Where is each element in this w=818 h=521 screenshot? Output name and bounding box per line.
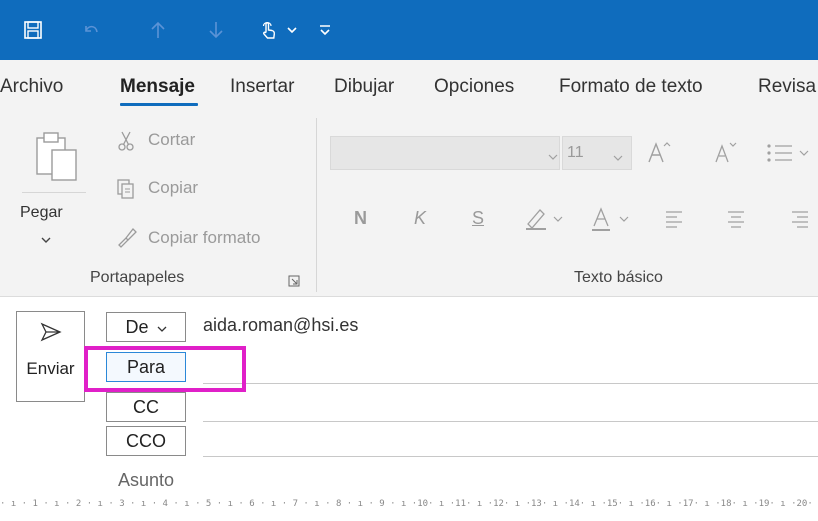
paste-split-divider bbox=[22, 192, 86, 193]
scissors-icon bbox=[116, 130, 136, 157]
highlight-annotation bbox=[84, 346, 246, 392]
to-field-underline bbox=[203, 383, 818, 384]
paste-button[interactable]: Pegar bbox=[18, 124, 94, 262]
chevron-down-icon[interactable] bbox=[284, 16, 300, 44]
tab-insertar[interactable]: Insertar bbox=[230, 76, 294, 98]
from-label: De bbox=[125, 316, 149, 337]
touch-mode-icon[interactable] bbox=[254, 16, 284, 44]
ribbon: Pegar Cortar Copiar Copiar formato Porta… bbox=[0, 112, 818, 297]
shrink-font-icon[interactable] bbox=[712, 140, 738, 169]
ribbon-tabs: Archivo Mensaje Insertar Dibujar Opcione… bbox=[0, 60, 818, 112]
grow-font-icon[interactable] bbox=[646, 140, 672, 169]
chevron-down-icon bbox=[157, 317, 167, 338]
save-icon[interactable] bbox=[18, 16, 48, 44]
format-painter-button[interactable]: Copiar formato bbox=[116, 224, 296, 250]
bcc-label: CCO bbox=[126, 430, 166, 451]
highlight-icon[interactable] bbox=[524, 206, 568, 237]
font-size-dropdown[interactable]: 11 bbox=[562, 136, 632, 170]
bullet-list-icon[interactable] bbox=[766, 142, 818, 169]
clipboard-group-label: Portapapeles bbox=[90, 269, 185, 286]
bold-button[interactable]: N bbox=[354, 208, 367, 229]
align-right-icon[interactable] bbox=[790, 210, 810, 233]
tab-archivo[interactable]: Archivo bbox=[0, 76, 63, 98]
chevron-down-icon bbox=[40, 231, 52, 249]
up-arrow-icon[interactable] bbox=[144, 16, 172, 44]
group-divider bbox=[316, 118, 317, 292]
tab-opciones[interactable]: Opciones bbox=[434, 76, 514, 98]
chevron-down-icon bbox=[548, 148, 558, 166]
font-size-value: 11 bbox=[567, 144, 584, 161]
font-color-icon[interactable] bbox=[590, 206, 634, 237]
basic-text-group-label: Texto básico bbox=[574, 269, 663, 286]
customize-toolbar-icon[interactable] bbox=[314, 16, 336, 44]
italic-button[interactable]: K bbox=[414, 208, 426, 229]
cc-label: CC bbox=[133, 396, 159, 417]
from-address: aida.roman@hsi.es bbox=[203, 315, 359, 335]
copy-label: Copiar bbox=[148, 178, 199, 197]
active-tab-indicator bbox=[120, 103, 198, 106]
underline-button[interactable]: S bbox=[472, 208, 484, 229]
quick-access-toolbar bbox=[0, 0, 818, 60]
align-center-icon[interactable] bbox=[726, 210, 746, 233]
send-button[interactable]: Enviar bbox=[16, 311, 85, 402]
cc-button[interactable]: CC bbox=[106, 392, 186, 422]
paste-label: Pegar bbox=[20, 204, 63, 221]
copy-button[interactable]: Copiar bbox=[116, 176, 226, 202]
to-field[interactable] bbox=[203, 352, 813, 382]
copy-icon bbox=[116, 178, 136, 205]
from-button[interactable]: De bbox=[106, 312, 186, 342]
subject-field[interactable] bbox=[203, 466, 813, 492]
tab-revisar[interactable]: Revisa bbox=[758, 76, 816, 98]
align-left-icon[interactable] bbox=[664, 210, 684, 233]
cut-button[interactable]: Cortar bbox=[116, 128, 226, 154]
send-icon bbox=[40, 322, 62, 347]
ruler: · ı · 1 · ı · 2 · ı · 3 · ı · 4 · ı · 5 … bbox=[0, 499, 813, 509]
bcc-button[interactable]: CCO bbox=[106, 426, 186, 456]
dialog-launcher-icon[interactable] bbox=[288, 274, 300, 292]
down-arrow-icon[interactable] bbox=[202, 16, 230, 44]
format-painter-label: Copiar formato bbox=[148, 228, 261, 247]
subject-label: Asunto bbox=[118, 470, 175, 490]
bcc-field-underline bbox=[203, 456, 818, 457]
cc-field-underline bbox=[203, 421, 818, 422]
font-family-dropdown[interactable] bbox=[330, 136, 560, 170]
chevron-down-icon bbox=[613, 149, 623, 167]
format-painter-icon bbox=[116, 226, 138, 253]
cc-field[interactable] bbox=[203, 392, 813, 420]
paste-icon bbox=[34, 130, 80, 187]
send-label: Enviar bbox=[26, 359, 75, 378]
tab-formato-de-texto[interactable]: Formato de texto bbox=[559, 76, 703, 98]
tab-dibujar[interactable]: Dibujar bbox=[334, 76, 394, 98]
cut-label: Cortar bbox=[148, 130, 196, 149]
bcc-field[interactable] bbox=[203, 426, 813, 454]
undo-icon[interactable] bbox=[76, 16, 106, 44]
tab-mensaje[interactable]: Mensaje bbox=[120, 76, 195, 98]
